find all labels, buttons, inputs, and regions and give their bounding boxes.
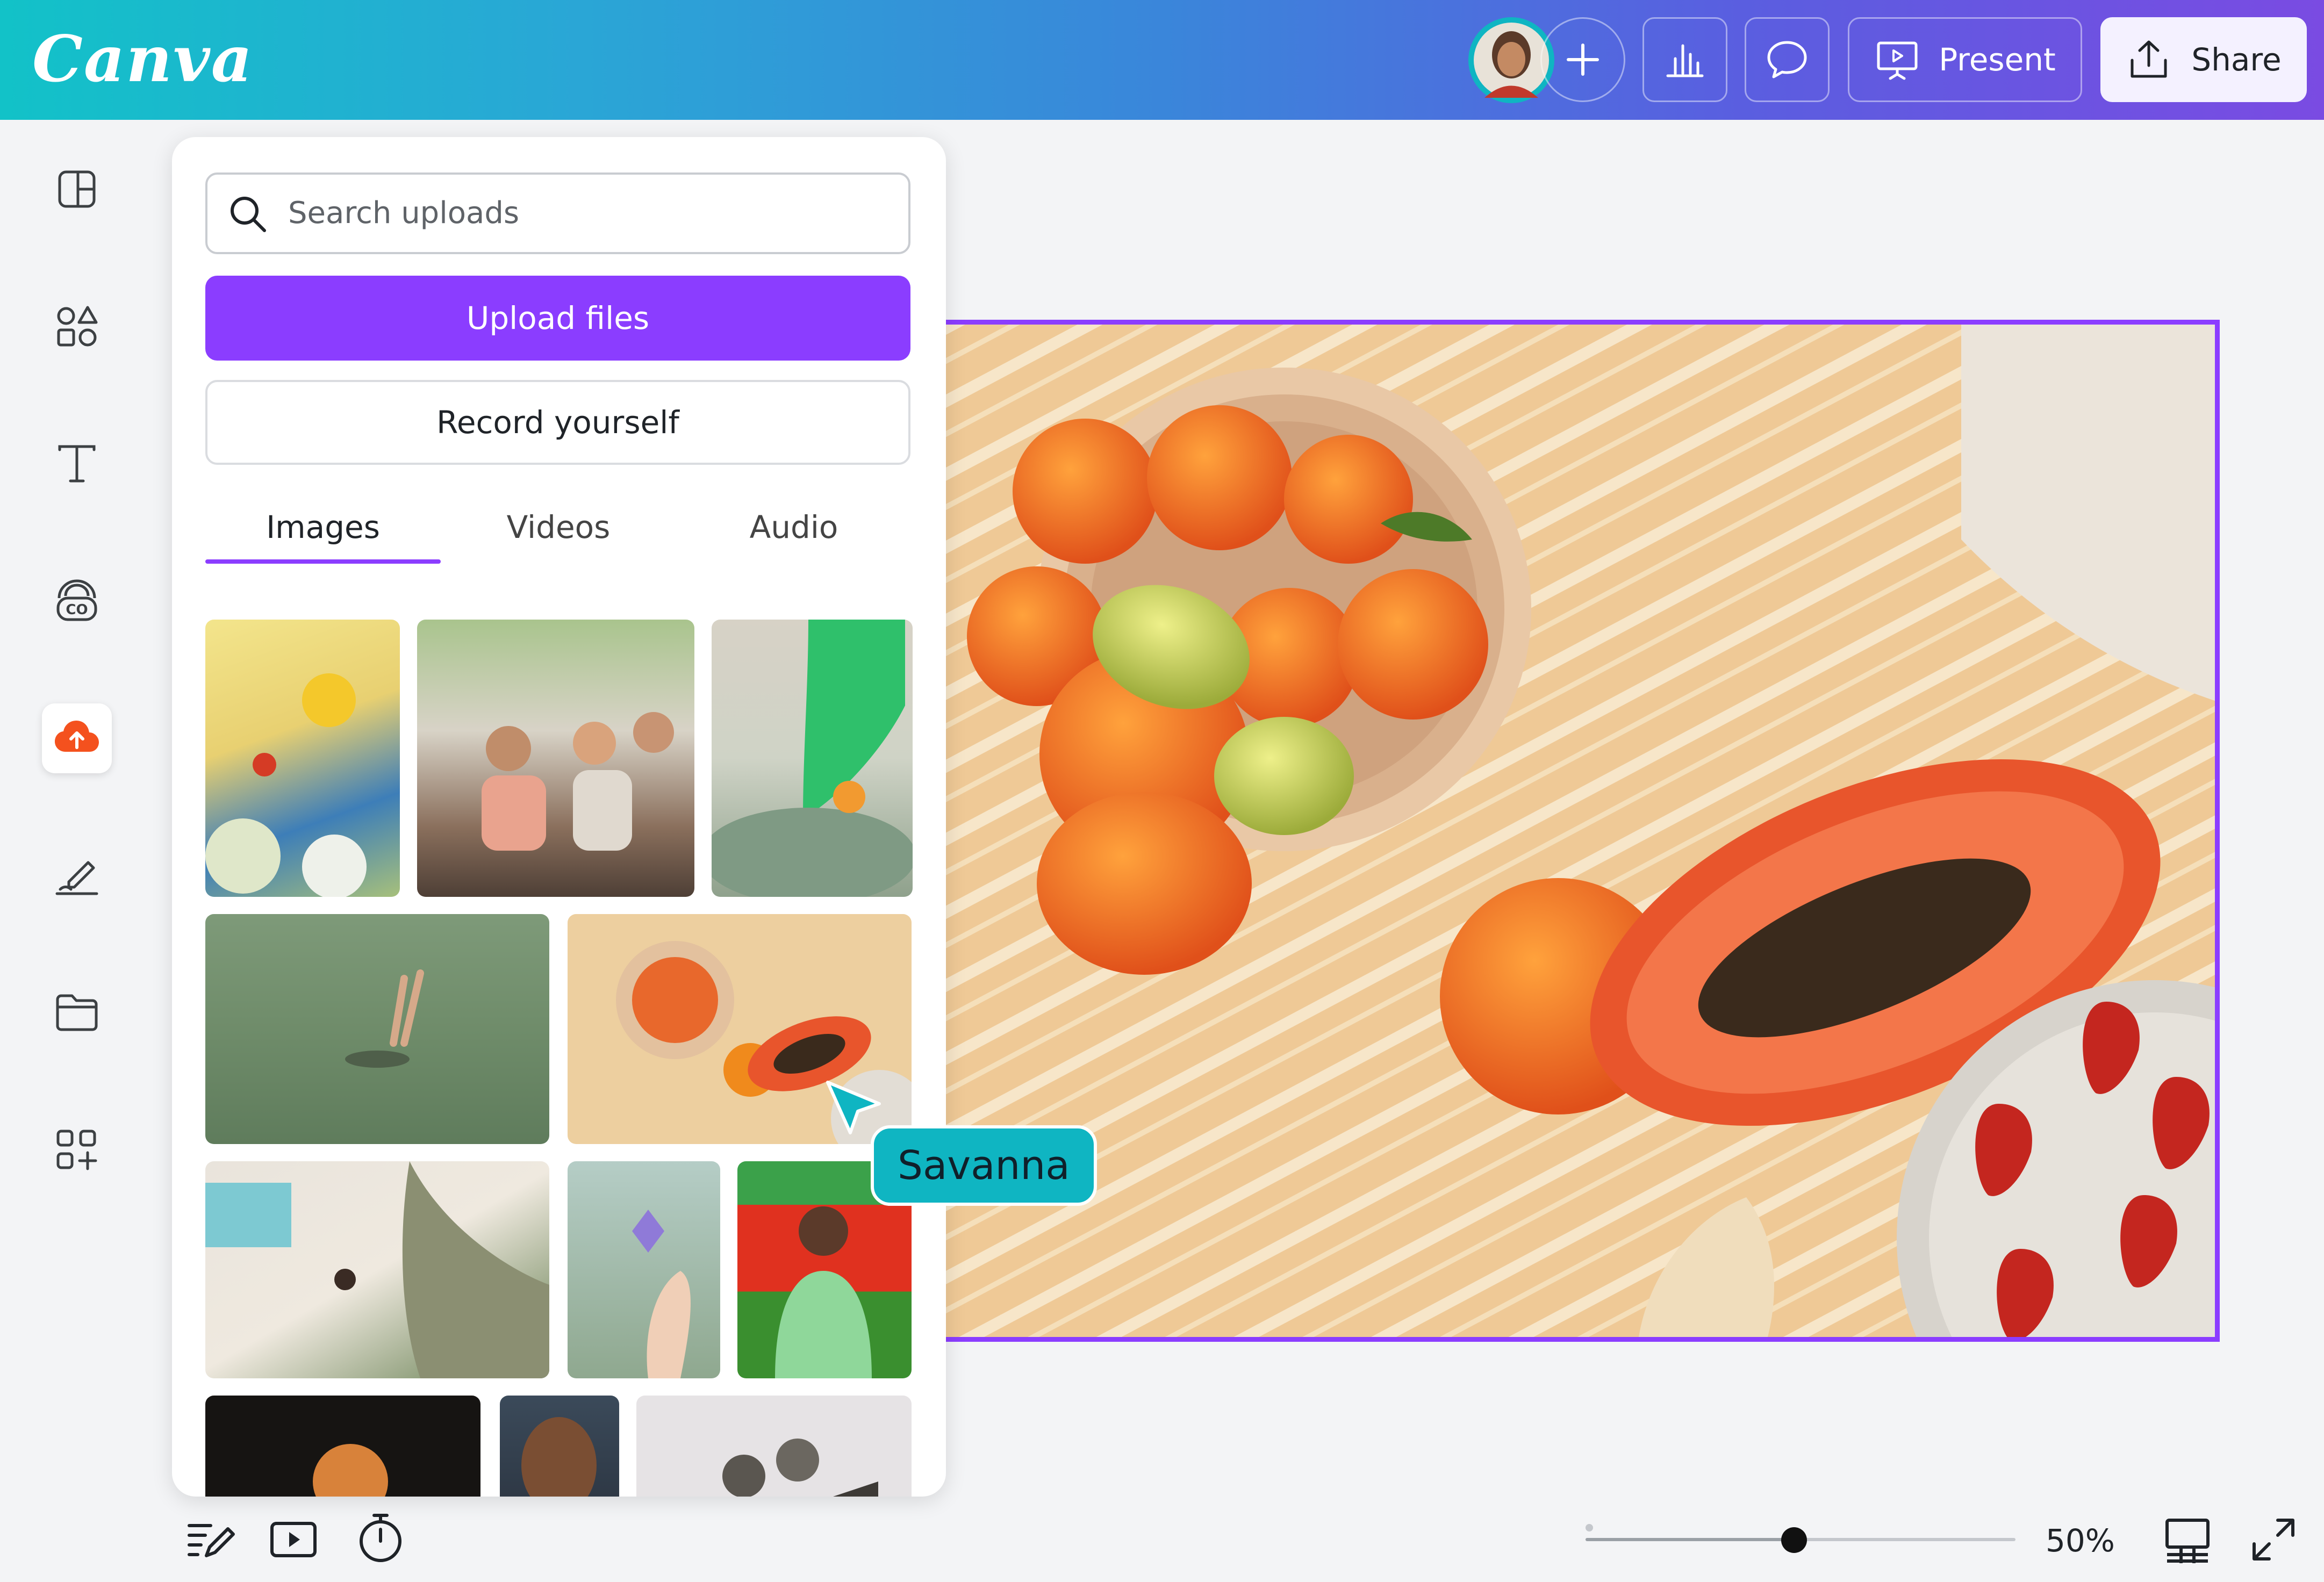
sidebar-item-projects[interactable]: [42, 977, 112, 1047]
upload-files-button[interactable]: Upload files: [205, 276, 910, 361]
notes-button[interactable]: [183, 1513, 236, 1566]
upload-arrow-icon: [2131, 40, 2167, 78]
folder-icon: [56, 994, 98, 1031]
page-grid-icon: [2165, 1519, 2210, 1563]
fruit-photo: [940, 325, 2215, 1337]
present-button[interactable]: Present: [1848, 17, 2082, 102]
tab-videos[interactable]: Videos: [441, 500, 676, 554]
layout-icon: [58, 170, 96, 208]
sidebar-item-design[interactable]: [42, 154, 112, 224]
top-bar: Canva Present Share: [0, 0, 2324, 120]
speech-bubble-icon: [1767, 41, 1807, 78]
shapes-icon: [57, 306, 98, 347]
upload-thumbnail[interactable]: [205, 620, 400, 897]
play-icon: [270, 1522, 317, 1557]
collaborator-name-tag: Savanna: [871, 1125, 1097, 1206]
presentation-screen-icon: [1877, 41, 1918, 80]
sidebar-item-text[interactable]: [42, 429, 112, 499]
sidebar-item-draw[interactable]: [42, 840, 112, 910]
search-placeholder: Search uploads: [288, 196, 520, 231]
insights-button[interactable]: [1642, 17, 1727, 102]
sidebar-item-uploads[interactable]: [42, 703, 112, 773]
cloud-upload-icon: [55, 721, 99, 752]
expand-icon: [2253, 1519, 2294, 1561]
canva-logo[interactable]: Canva: [32, 16, 253, 102]
comments-button[interactable]: [1745, 17, 1830, 102]
notes-icon: [188, 1524, 235, 1557]
sidebar-item-brand[interactable]: CO: [42, 566, 112, 636]
text-icon: [58, 445, 96, 483]
timer-icon: [360, 1514, 401, 1562]
upload-thumbnail[interactable]: [205, 1396, 480, 1497]
upload-thumbnail[interactable]: [205, 1161, 549, 1378]
play-button[interactable]: [267, 1513, 320, 1566]
add-collaborator-button[interactable]: [1540, 17, 1625, 102]
bar-chart-icon: [1666, 44, 1704, 77]
tab-audio[interactable]: Audio: [676, 500, 912, 554]
sidebar-item-elements[interactable]: [42, 292, 112, 362]
record-yourself-button[interactable]: Record yourself: [205, 380, 910, 465]
tab-active-underline: [205, 559, 441, 564]
fullscreen-button[interactable]: [2247, 1513, 2300, 1566]
design-canvas[interactable]: [935, 320, 2220, 1342]
svg-text:CO: CO: [66, 602, 88, 618]
left-rail: CO: [0, 120, 156, 1517]
upload-thumbnail[interactable]: [636, 1396, 912, 1497]
sidebar-item-apps[interactable]: [42, 1115, 112, 1185]
apps-grid-icon: [56, 1130, 97, 1170]
tab-images[interactable]: Images: [205, 500, 441, 554]
zoom-slider[interactable]: [1586, 1515, 2015, 1564]
zoom-slider-handle[interactable]: [1781, 1527, 1807, 1553]
upload-thumbnail[interactable]: [500, 1396, 619, 1497]
brand-kit-icon: CO: [56, 579, 97, 621]
zoom-level[interactable]: 50%: [2046, 1516, 2115, 1565]
upload-thumbnail[interactable]: [417, 620, 694, 897]
search-icon: [231, 197, 266, 232]
zoom-track-fill: [1586, 1538, 1794, 1541]
share-button[interactable]: Share: [2100, 17, 2307, 102]
upload-thumbnail[interactable]: [712, 620, 913, 897]
zoom-min-dot: [1586, 1524, 1593, 1531]
timer-button[interactable]: [353, 1510, 408, 1566]
page-grid-button[interactable]: [2161, 1513, 2214, 1566]
search-input[interactable]: Search uploads: [205, 172, 910, 254]
upload-thumbnail[interactable]: [568, 1161, 720, 1378]
present-label: Present: [1939, 41, 2056, 78]
upload-thumbnail[interactable]: [205, 914, 549, 1144]
uploads-panel: Search uploads Upload files Record yours…: [172, 137, 946, 1497]
share-label: Share: [2191, 41, 2282, 78]
pen-icon: [55, 861, 98, 895]
plus-icon: [1567, 44, 1599, 76]
